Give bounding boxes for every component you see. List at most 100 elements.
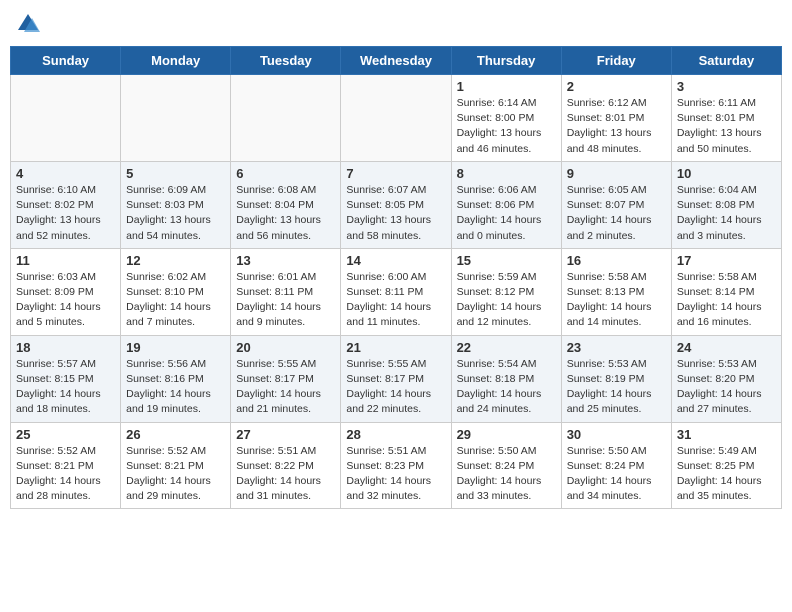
- calendar-cell: 26 Sunrise: 5:52 AMSunset: 8:21 PMDayligh…: [121, 422, 231, 509]
- calendar-cell: 27 Sunrise: 5:51 AMSunset: 8:22 PMDayligh…: [231, 422, 341, 509]
- day-number: 26: [126, 427, 225, 442]
- calendar-cell: 25 Sunrise: 5:52 AMSunset: 8:21 PMDayligh…: [11, 422, 121, 509]
- day-number: 21: [346, 340, 445, 355]
- calendar-cell: 15Sunrise: 5:59 AMSunset: 8:12 PMDayligh…: [451, 248, 561, 335]
- calendar-cell: [231, 75, 341, 162]
- calendar-cell: 4 Sunrise: 6:10 AMSunset: 8:02 PMDaylight…: [11, 161, 121, 248]
- day-number: 17: [677, 253, 776, 268]
- day-info: Sunrise: 5:56 AMSunset: 8:16 PMDaylight:…: [126, 357, 225, 418]
- day-info: Sunrise: 5:52 AMSunset: 8:21 PMDaylight:…: [126, 444, 225, 505]
- calendar-cell: 19Sunrise: 5:56 AMSunset: 8:16 PMDayligh…: [121, 335, 231, 422]
- calendar-cell: 22Sunrise: 5:54 AMSunset: 8:18 PMDayligh…: [451, 335, 561, 422]
- logo-icon: [14, 10, 42, 38]
- calendar-cell: 16 Sunrise: 5:58 AMSunset: 8:13 PMDayligh…: [561, 248, 671, 335]
- day-info: Sunrise: 6:10 AMSunset: 8:02 PMDaylight:…: [16, 183, 115, 244]
- calendar-cell: 6 Sunrise: 6:08 AMSunset: 8:04 PMDaylight…: [231, 161, 341, 248]
- day-number: 10: [677, 166, 776, 181]
- day-info: Sunrise: 5:55 AMSunset: 8:17 PMDaylight:…: [236, 357, 335, 418]
- calendar-week-4: 18 Sunrise: 5:57 AMSunset: 8:15 PMDayligh…: [11, 335, 782, 422]
- column-header-friday: Friday: [561, 47, 671, 75]
- day-number: 4: [16, 166, 115, 181]
- calendar-cell: 21 Sunrise: 5:55 AMSunset: 8:17 PMDayligh…: [341, 335, 451, 422]
- calendar-week-3: 11 Sunrise: 6:03 AMSunset: 8:09 PMDayligh…: [11, 248, 782, 335]
- calendar-cell: 11 Sunrise: 6:03 AMSunset: 8:09 PMDayligh…: [11, 248, 121, 335]
- day-number: 23: [567, 340, 666, 355]
- calendar-cell: 18 Sunrise: 5:57 AMSunset: 8:15 PMDayligh…: [11, 335, 121, 422]
- calendar-week-2: 4 Sunrise: 6:10 AMSunset: 8:02 PMDaylight…: [11, 161, 782, 248]
- day-number: 7: [346, 166, 445, 181]
- calendar-cell: 7 Sunrise: 6:07 AMSunset: 8:05 PMDaylight…: [341, 161, 451, 248]
- calendar-cell: 30Sunrise: 5:50 AMSunset: 8:24 PMDayligh…: [561, 422, 671, 509]
- calendar-cell: 14Sunrise: 6:00 AMSunset: 8:11 PMDayligh…: [341, 248, 451, 335]
- logo: [14, 10, 46, 38]
- day-number: 16: [567, 253, 666, 268]
- day-info: Sunrise: 6:03 AMSunset: 8:09 PMDaylight:…: [16, 270, 115, 331]
- calendar-cell: 5Sunrise: 6:09 AMSunset: 8:03 PMDaylight…: [121, 161, 231, 248]
- calendar-week-1: 1 Sunrise: 6:14 AMSunset: 8:00 PMDaylight…: [11, 75, 782, 162]
- column-header-monday: Monday: [121, 47, 231, 75]
- day-number: 31: [677, 427, 776, 442]
- day-info: Sunrise: 6:01 AMSunset: 8:11 PMDaylight:…: [236, 270, 335, 331]
- day-info: Sunrise: 6:12 AMSunset: 8:01 PMDaylight:…: [567, 96, 666, 157]
- day-number: 6: [236, 166, 335, 181]
- day-number: 24: [677, 340, 776, 355]
- calendar-week-5: 25 Sunrise: 5:52 AMSunset: 8:21 PMDayligh…: [11, 422, 782, 509]
- calendar-cell: 23 Sunrise: 5:53 AMSunset: 8:19 PMDayligh…: [561, 335, 671, 422]
- day-number: 25: [16, 427, 115, 442]
- day-info: Sunrise: 5:53 AMSunset: 8:20 PMDaylight:…: [677, 357, 776, 418]
- day-info: Sunrise: 5:54 AMSunset: 8:18 PMDaylight:…: [457, 357, 556, 418]
- column-header-thursday: Thursday: [451, 47, 561, 75]
- page-header: [10, 10, 782, 38]
- day-info: Sunrise: 5:55 AMSunset: 8:17 PMDaylight:…: [346, 357, 445, 418]
- calendar-cell: [11, 75, 121, 162]
- day-number: 11: [16, 253, 115, 268]
- day-info: Sunrise: 5:52 AMSunset: 8:21 PMDaylight:…: [16, 444, 115, 505]
- day-number: 29: [457, 427, 556, 442]
- day-number: 14: [346, 253, 445, 268]
- day-info: Sunrise: 5:59 AMSunset: 8:12 PMDaylight:…: [457, 270, 556, 331]
- day-info: Sunrise: 5:50 AMSunset: 8:24 PMDaylight:…: [457, 444, 556, 505]
- day-info: Sunrise: 6:08 AMSunset: 8:04 PMDaylight:…: [236, 183, 335, 244]
- day-number: 8: [457, 166, 556, 181]
- calendar-cell: 13 Sunrise: 6:01 AMSunset: 8:11 PMDayligh…: [231, 248, 341, 335]
- calendar-cell: 9Sunrise: 6:05 AMSunset: 8:07 PMDaylight…: [561, 161, 671, 248]
- day-info: Sunrise: 6:14 AMSunset: 8:00 PMDaylight:…: [457, 96, 556, 157]
- day-info: Sunrise: 5:58 AMSunset: 8:13 PMDaylight:…: [567, 270, 666, 331]
- calendar-cell: 2 Sunrise: 6:12 AMSunset: 8:01 PMDaylight…: [561, 75, 671, 162]
- column-header-wednesday: Wednesday: [341, 47, 451, 75]
- day-number: 1: [457, 79, 556, 94]
- calendar-cell: 20 Sunrise: 5:55 AMSunset: 8:17 PMDayligh…: [231, 335, 341, 422]
- day-info: Sunrise: 5:57 AMSunset: 8:15 PMDaylight:…: [16, 357, 115, 418]
- day-number: 2: [567, 79, 666, 94]
- day-info: Sunrise: 6:07 AMSunset: 8:05 PMDaylight:…: [346, 183, 445, 244]
- calendar-cell: 24 Sunrise: 5:53 AMSunset: 8:20 PMDayligh…: [671, 335, 781, 422]
- calendar-cell: 17 Sunrise: 5:58 AMSunset: 8:14 PMDayligh…: [671, 248, 781, 335]
- calendar-cell: 8 Sunrise: 6:06 AMSunset: 8:06 PMDaylight…: [451, 161, 561, 248]
- day-info: Sunrise: 6:02 AMSunset: 8:10 PMDaylight:…: [126, 270, 225, 331]
- day-info: Sunrise: 6:05 AMSunset: 8:07 PMDaylight:…: [567, 183, 666, 244]
- day-info: Sunrise: 5:49 AMSunset: 8:25 PMDaylight:…: [677, 444, 776, 505]
- day-info: Sunrise: 5:58 AMSunset: 8:14 PMDaylight:…: [677, 270, 776, 331]
- calendar-table: SundayMondayTuesdayWednesdayThursdayFrid…: [10, 46, 782, 509]
- day-info: Sunrise: 6:04 AMSunset: 8:08 PMDaylight:…: [677, 183, 776, 244]
- calendar-cell: 31 Sunrise: 5:49 AMSunset: 8:25 PMDayligh…: [671, 422, 781, 509]
- day-info: Sunrise: 5:51 AMSunset: 8:22 PMDaylight:…: [236, 444, 335, 505]
- day-number: 12: [126, 253, 225, 268]
- day-number: 18: [16, 340, 115, 355]
- day-info: Sunrise: 6:06 AMSunset: 8:06 PMDaylight:…: [457, 183, 556, 244]
- column-header-tuesday: Tuesday: [231, 47, 341, 75]
- calendar-header-row: SundayMondayTuesdayWednesdayThursdayFrid…: [11, 47, 782, 75]
- day-number: 3: [677, 79, 776, 94]
- day-number: 20: [236, 340, 335, 355]
- day-info: Sunrise: 5:50 AMSunset: 8:24 PMDaylight:…: [567, 444, 666, 505]
- calendar-cell: [341, 75, 451, 162]
- day-info: Sunrise: 6:09 AMSunset: 8:03 PMDaylight:…: [126, 183, 225, 244]
- column-header-sunday: Sunday: [11, 47, 121, 75]
- day-number: 28: [346, 427, 445, 442]
- calendar-cell: 12 Sunrise: 6:02 AMSunset: 8:10 PMDayligh…: [121, 248, 231, 335]
- calendar-cell: 3Sunrise: 6:11 AMSunset: 8:01 PMDaylight…: [671, 75, 781, 162]
- day-number: 13: [236, 253, 335, 268]
- day-number: 27: [236, 427, 335, 442]
- day-info: Sunrise: 5:53 AMSunset: 8:19 PMDaylight:…: [567, 357, 666, 418]
- calendar-cell: [121, 75, 231, 162]
